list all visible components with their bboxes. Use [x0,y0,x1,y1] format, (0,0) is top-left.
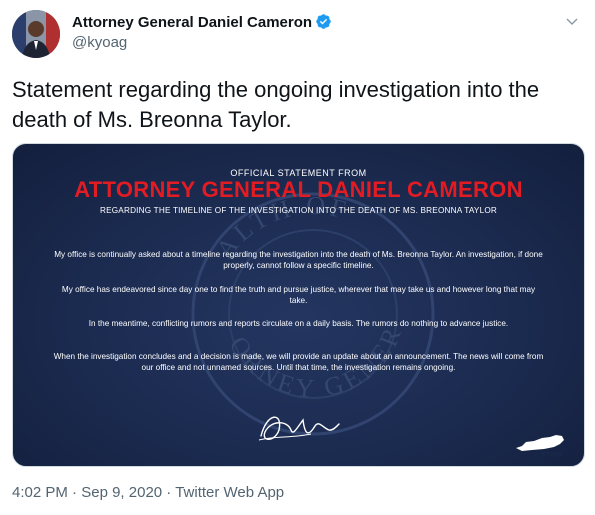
tweet-timestamp[interactable]: 4:02 PM [12,484,68,501]
tweet-source-app[interactable]: Twitter Web App [175,484,284,501]
statement-title: ATTORNEY GENERAL DANIEL CAMERON [74,177,523,202]
author-handle[interactable]: @kyoag [72,34,127,51]
separator-dot: · [166,484,172,501]
statement-paragraph: My office has endeavored since day one t… [61,285,536,305]
statement-paragraph: When the investigation concludes and a d… [53,352,544,372]
state-seal-watermark-icon: ALTH OF ORNEY GENER [191,191,435,436]
statement-paragraph: In the meantime, conflicting rumors and … [88,319,509,328]
more-options-button[interactable] [563,12,581,30]
tweet-metadata: 4:02 PM · Sep 9, 2020 · Twitter Web App [12,484,284,501]
statement-paragraph: My office is continually asked about a t… [54,250,543,270]
tweet-date[interactable]: Sep 9, 2020 [81,484,162,501]
avatar-photo [12,10,60,58]
tweet-text: Statement regarding the ongoing investig… [12,77,540,132]
author-name-text[interactable]: Attorney General Daniel Cameron [72,14,312,31]
separator-dot: · [72,484,78,501]
signature-icon [258,416,340,441]
kentucky-shape-icon [516,435,564,451]
avatar[interactable] [12,10,60,58]
author-name[interactable]: Attorney General Daniel Cameron [72,13,332,34]
chevron-down-icon [566,18,578,25]
kyoag-badge-label: KYOAG [541,452,562,458]
tweet-media-image[interactable]: ALTH OF ORNEY GENER OFFICIAL STATEMENT F… [12,143,585,467]
verified-badge-icon [315,13,332,34]
statement-subtitle: REGARDING THE TIMELINE OF THE INVESTIGAT… [99,206,498,215]
